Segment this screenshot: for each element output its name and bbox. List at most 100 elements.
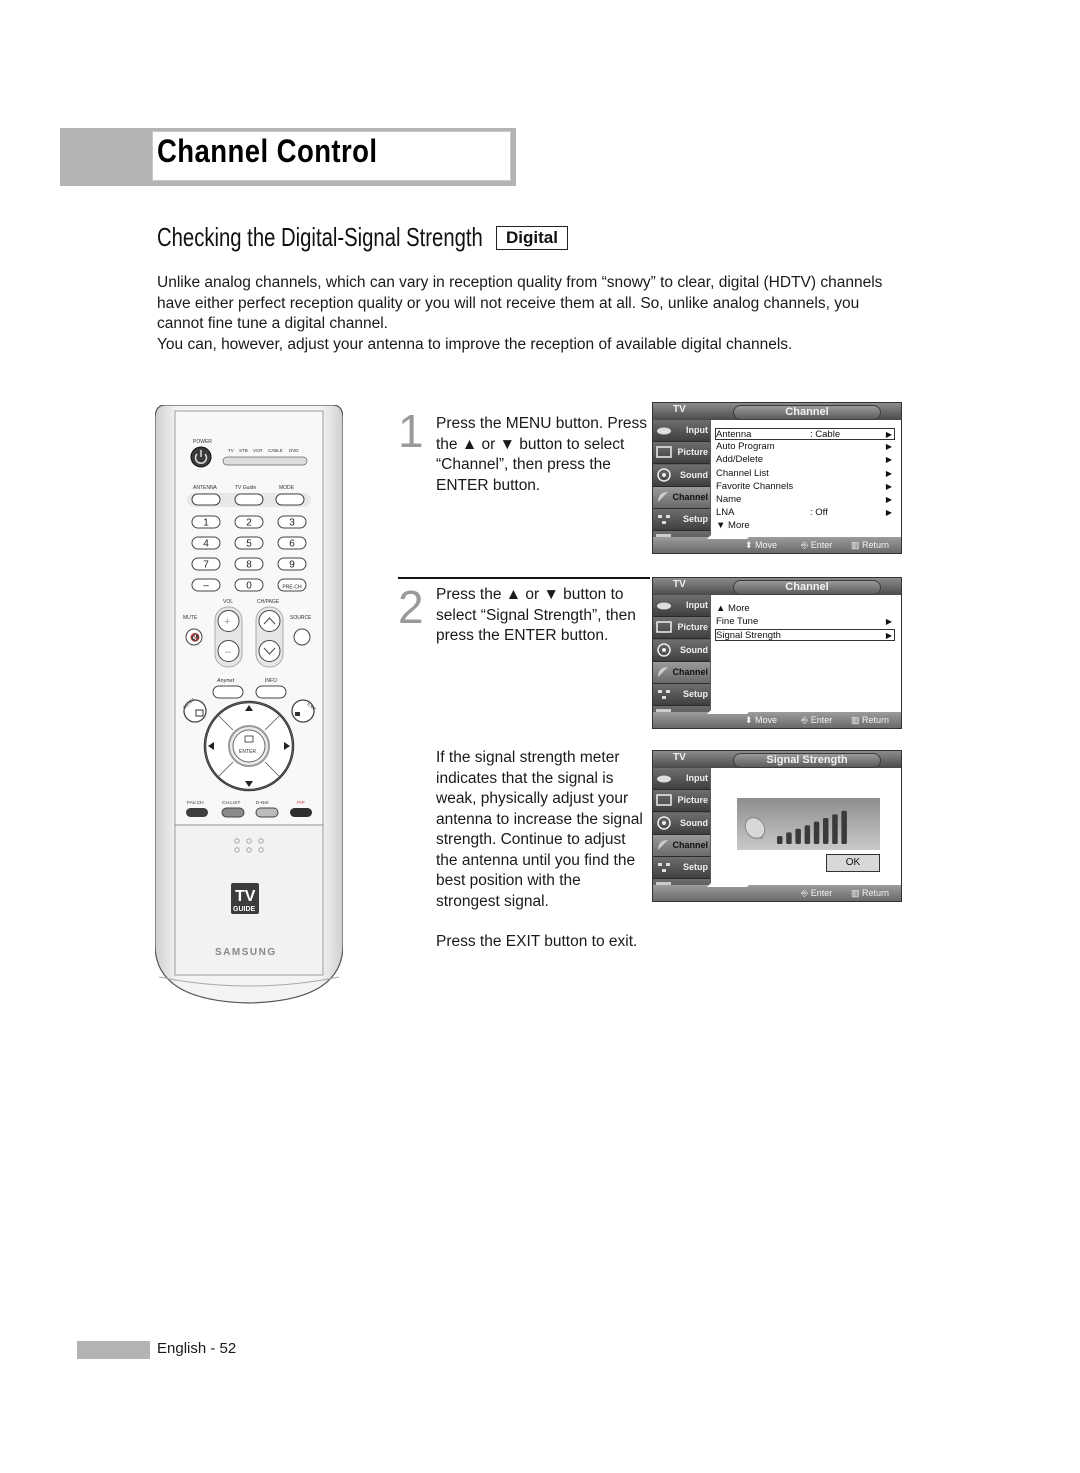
osd-sidebar-label: Input [686,773,708,783]
digital-badge: Digital [496,226,568,250]
pip-button[interactable] [290,808,312,817]
osd-sidebar-item-picture[interactable]: Picture [653,617,710,640]
ok-button[interactable]: OK [826,854,880,872]
signal-bar [795,828,801,844]
osd-sidebar-label: Sound [680,469,708,480]
move-hint: ⬍ Move [745,540,778,550]
osd-menu-item-label: Add/Delete [716,454,764,466]
osd-footer: ⬍ Move ⎆ Enter ▥ Return [653,706,901,728]
arrow-right-icon: ▶ [885,617,892,627]
dnet-label: D-Net [256,800,269,806]
osd-sidebar-item-setup[interactable]: Setup [653,684,710,707]
svg-text:GUIDE: GUIDE [233,906,256,913]
digit-label: 7 [203,560,209,571]
mode-vcr: VCR [253,448,263,453]
info-button[interactable] [255,685,287,699]
input-icon [656,423,672,437]
osd-panel: ▲ More Fine Tune ▶ Signal Strength ▶ [711,595,901,713]
osd-channel-menu: TVChannelInputPictureSoundChannelSetupTV… [652,402,902,554]
osd-title: Channel [733,580,881,595]
osd-menu-item-label: Auto Program [716,441,775,453]
mute-icon: 🔇 [190,632,200,642]
osd-sidebar-item-sound[interactable]: Sound [653,464,710,487]
tv-guide-logo: TV GUIDE [231,883,259,914]
osd-title: Channel [733,405,881,420]
osd-sidebar-label: Channel [672,491,708,502]
mode-cable: CABLE [268,448,283,453]
signal-bar [813,821,820,844]
osd-sidebar-item-picture[interactable]: Picture [653,790,710,813]
osd-sidebar-label: Input [686,425,708,435]
osd-menu-item[interactable]: Auto Program ▶ [716,441,894,453]
anynet-button[interactable] [212,685,244,699]
antenna-button[interactable] [191,493,221,506]
dnet-button[interactable] [255,807,279,818]
osd-menu-item[interactable]: Name ▶ [716,494,894,506]
osd-sidebar-item-picture[interactable]: Picture [653,442,710,465]
arrow-right-icon: ▶ [885,481,892,491]
osd-sidebar-label: Setup [682,689,708,700]
osd-sidebar-item-channel[interactable]: Channel [653,834,710,857]
channel-icon [656,490,672,504]
osd-sidebar-item-sound[interactable]: Sound [653,639,710,662]
setup-icon [656,860,672,874]
chlist-button[interactable] [221,807,245,818]
digit-label: 1 [203,518,209,529]
osd-menu-item[interactable]: Add/Delete ▶ [716,454,894,466]
arrow-right-icon: ▶ [885,455,892,465]
enter-hint: ⎆ Enter [801,540,833,550]
step-number: 1 [398,405,424,457]
osd-sidebar-label: Picture [677,447,708,458]
osd-sidebar-item-setup[interactable]: Setup [653,509,710,532]
osd-menu-item[interactable]: Antenna: Cable ▶ [715,428,895,440]
move-hint: ⬍ Move [745,715,778,725]
osd-sidebar-item-input[interactable]: Input [653,420,710,442]
enter-label: ENTER [239,749,256,755]
osd-panel: Antenna: Cable ▶ Auto Program ▶ Add/Delete ▶ C… [711,420,901,538]
setup-icon [656,512,672,526]
picture-icon [656,793,672,807]
osd-sidebar-item-input[interactable]: Input [653,768,710,790]
osd-menu-item-label: LNA [716,507,735,519]
osd-sidebar-item-channel[interactable]: Channel [653,661,710,684]
tvguide-button[interactable] [234,493,264,506]
channel-up-button[interactable] [258,610,281,632]
step-divider [398,577,650,579]
osd-tv-label: TV [673,404,686,415]
osd-sidebar-item-input[interactable]: Input [653,595,710,617]
osd-menu-item[interactable]: Fine Tune ▶ [716,616,894,628]
page-number: English - 52 [157,1340,237,1357]
step-text: Press the ▲ or ▼ button to select “Signa… [436,586,636,644]
osd-menu-item[interactable]: LNA: Off ▶ [716,507,894,519]
channel-down-button[interactable] [258,640,281,662]
digit-label: 0 [246,581,252,592]
mode-button[interactable] [275,493,305,506]
mode-dvd: DVD [289,448,299,453]
osd-menu-item[interactable]: Favorite Channels ▶ [716,481,894,493]
osd-channel-menu-page2: TVChannelInputPictureSoundChannelSetupTV… [652,577,902,729]
osd-sidebar-item-channel[interactable]: Channel [653,486,710,509]
osd-footer: ⬍ Move ⎆ Enter ▥ Return [653,531,901,553]
source-button[interactable] [293,628,311,646]
osd-menu-item[interactable]: Signal Strength ▶ [715,629,895,642]
power-button[interactable] [190,446,212,468]
picture-icon [656,445,672,459]
osd-sidebar-item-sound[interactable]: Sound [653,812,710,835]
osd-sidebar-label: Sound [680,644,708,655]
osd-menu-item[interactable]: ▲ More [716,603,894,615]
osd-menu-item-value: : Off [810,507,828,519]
osd-sidebar-item-setup[interactable]: Setup [653,857,710,880]
osd-menu-item[interactable]: Channel List ▶ [716,468,894,480]
arrow-right-icon: ▶ [885,631,892,641]
arrow-right-icon: ▶ [885,468,892,478]
osd-panel: OK [711,768,901,886]
osd-sidebar-label: Picture [677,622,708,633]
note-text: If the signal strength meter indicates t… [436,749,643,910]
favch-button[interactable] [186,808,208,817]
signal-meter [737,798,880,850]
osd-menu-item-label: Channel List [716,467,769,479]
intro-paragraph: Unlike analog channels, which can vary i… [157,274,883,332]
input-icon [656,771,672,785]
picture-icon [656,620,672,634]
enter-button[interactable] [232,729,266,763]
